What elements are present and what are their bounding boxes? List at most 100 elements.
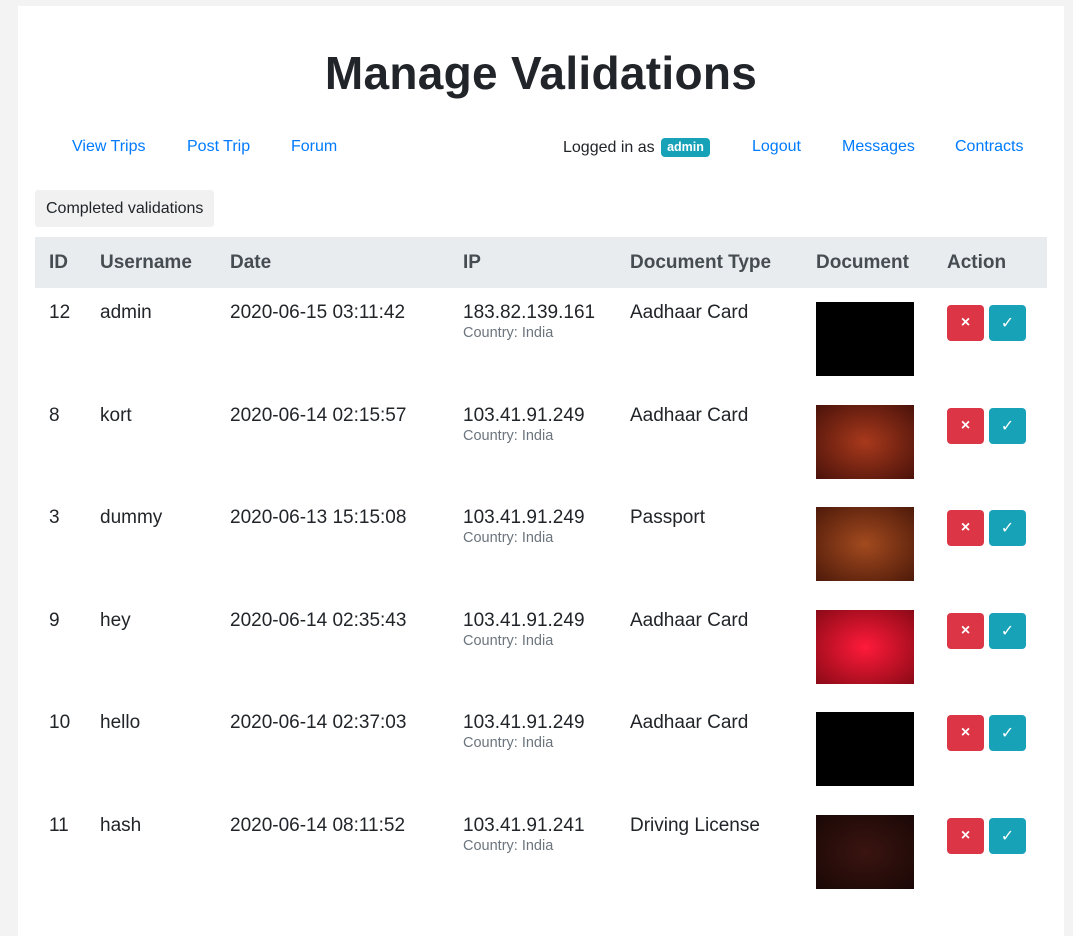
check-icon: ✓ <box>1000 520 1015 537</box>
document-thumbnail[interactable] <box>816 712 914 786</box>
nav-view-trips-link[interactable]: View Trips <box>72 138 146 156</box>
ip-address: 103.41.91.249 <box>463 404 585 426</box>
ip-country: Country: India <box>463 530 554 546</box>
cell-id: 11 <box>49 814 69 836</box>
table-row: 9 hey 2020-06-14 02:35:43 103.41.91.249 C… <box>35 596 1047 699</box>
close-icon: × <box>960 519 971 536</box>
document-thumbnail[interactable] <box>816 302 914 376</box>
cell-action: × ✓ <box>933 391 1047 494</box>
reject-button[interactable]: × <box>947 817 984 854</box>
reject-button[interactable]: × <box>947 305 984 341</box>
document-thumbnail[interactable] <box>816 814 914 889</box>
header-action: Action <box>947 251 1007 273</box>
approve-button[interactable]: ✓ <box>989 510 1026 546</box>
cell-ip: 103.41.91.249 Country: India <box>449 596 616 699</box>
cell-document <box>802 596 933 699</box>
close-icon: × <box>960 621 971 639</box>
approve-button[interactable]: ✓ <box>989 715 1026 751</box>
cell-username: hash <box>100 814 142 836</box>
cell-id: 9 <box>49 609 60 631</box>
cell-action: × ✓ <box>933 596 1047 699</box>
cell-date: 2020-06-14 02:15:57 <box>230 404 407 426</box>
cell-username: hey <box>100 609 131 631</box>
nav-logout-link[interactable]: Logout <box>752 138 801 156</box>
navbar: View Trips Post Trip Forum Logged in as … <box>18 138 1064 162</box>
check-icon: ✓ <box>1000 315 1015 332</box>
logged-in-label: Logged in as <box>563 139 655 156</box>
ip-country: Country: India <box>463 837 554 854</box>
approve-button[interactable]: ✓ <box>989 407 1026 444</box>
header-document: Document <box>816 251 909 273</box>
cell-ip: 103.41.91.249 Country: India <box>449 698 616 801</box>
cell-ip: 103.41.91.249 Country: India <box>449 493 616 596</box>
document-thumbnail[interactable] <box>816 609 914 684</box>
table-row: 8 kort 2020-06-14 02:15:57 103.41.91.249… <box>35 391 1047 494</box>
cell-document <box>802 391 933 494</box>
cell-document <box>802 698 933 801</box>
cell-document-type: Driving License <box>630 814 760 836</box>
check-icon: ✓ <box>1000 622 1015 640</box>
nav-messages-link[interactable]: Messages <box>842 138 915 156</box>
table-row: 11 hash 2020-06-14 08:11:52 103.41.91.24… <box>35 801 1047 904</box>
check-icon: ✓ <box>1000 725 1015 742</box>
nav-contracts-link[interactable]: Contracts <box>955 138 1023 156</box>
check-icon: ✓ <box>1000 417 1015 435</box>
approve-button[interactable]: ✓ <box>989 305 1026 341</box>
cell-document-type: Aadhaar Card <box>630 302 749 323</box>
table-row: 12 admin 2020-06-15 03:11:42 183.82.139.… <box>35 288 1047 391</box>
cell-date: 2020-06-14 02:35:43 <box>230 609 407 631</box>
close-icon: × <box>960 314 971 331</box>
completed-validations-button[interactable]: Completed validations <box>35 190 215 227</box>
document-thumbnail[interactable] <box>816 404 914 479</box>
cell-action: × ✓ <box>933 698 1047 801</box>
nav-post-trip-link[interactable]: Post Trip <box>187 138 250 156</box>
cell-username: kort <box>100 404 132 426</box>
close-icon: × <box>960 416 971 434</box>
cell-document <box>802 801 933 904</box>
table-row: 3 dummy 2020-06-13 15:15:08 103.41.91.24… <box>35 493 1047 596</box>
cell-id: 12 <box>49 302 71 323</box>
nav-forum-link[interactable]: Forum <box>291 138 337 156</box>
cell-id: 10 <box>49 712 71 733</box>
cell-date: 2020-06-14 08:11:52 <box>230 814 406 836</box>
cell-action: × ✓ <box>933 801 1047 904</box>
ip-address: 103.41.91.249 <box>463 609 585 631</box>
ip-address: 103.41.91.249 <box>463 712 585 733</box>
cell-action: × ✓ <box>933 493 1047 596</box>
cell-ip: 103.41.91.241 Country: India <box>449 801 616 904</box>
table-row: 10 hello 2020-06-14 02:37:03 103.41.91.2… <box>35 698 1047 801</box>
cell-ip: 103.41.91.249 Country: India <box>449 391 616 494</box>
validations-table: ID Username Date IP Document Type Docume… <box>35 237 1047 903</box>
reject-button[interactable]: × <box>947 612 984 649</box>
ip-address: 103.41.91.241 <box>463 814 585 836</box>
approve-button[interactable]: ✓ <box>989 612 1026 649</box>
cell-date: 2020-06-14 02:37:03 <box>230 712 407 733</box>
cell-username: dummy <box>100 507 163 528</box>
header-date: Date <box>230 251 272 273</box>
header-username: Username <box>100 251 192 273</box>
table-header-row: ID Username Date IP Document Type Docume… <box>35 237 1047 288</box>
cell-document-type: Aadhaar Card <box>630 404 749 426</box>
cell-id: 3 <box>49 507 60 528</box>
document-thumbnail[interactable] <box>816 507 914 581</box>
close-icon: × <box>960 826 971 844</box>
ip-address: 183.82.139.161 <box>463 302 596 323</box>
cell-action: × ✓ <box>933 288 1047 391</box>
reject-button[interactable]: × <box>947 715 984 751</box>
ip-country: Country: India <box>463 735 554 751</box>
cell-id: 8 <box>49 404 60 426</box>
cell-document-type: Passport <box>630 507 705 528</box>
close-icon: × <box>960 724 971 741</box>
check-icon: ✓ <box>1000 827 1015 845</box>
reject-button[interactable]: × <box>947 510 984 546</box>
page-container: Manage Validations View Trips Post Trip … <box>18 6 1064 936</box>
approve-button[interactable]: ✓ <box>989 817 1026 854</box>
header-ip: IP <box>463 251 481 273</box>
cell-document <box>802 288 933 391</box>
username-badge: admin <box>661 138 710 157</box>
cell-username: admin <box>100 302 152 323</box>
cell-document-type: Aadhaar Card <box>630 609 749 631</box>
page-title: Manage Validations <box>324 47 758 99</box>
ip-country: Country: India <box>463 632 554 649</box>
reject-button[interactable]: × <box>947 407 984 444</box>
